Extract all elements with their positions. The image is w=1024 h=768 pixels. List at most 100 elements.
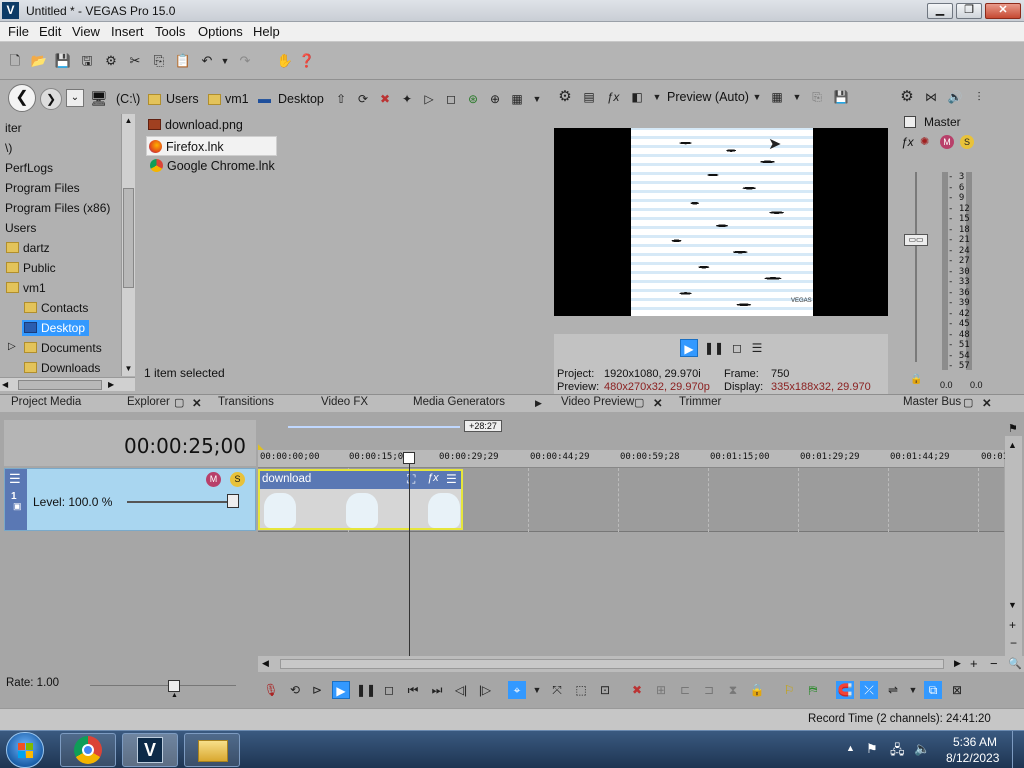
master-fader-handle[interactable]: ▭▭ [904,234,928,246]
menu-edit[interactable]: Edit [39,24,61,39]
taskbar-vegas[interactable]: V [122,733,178,767]
tab-video-fx[interactable]: Video FX [321,396,368,408]
master-select-checkbox[interactable] [904,116,916,128]
file-item-firefox-lnk[interactable]: Firefox.lnk [146,136,277,156]
menu-tools[interactable]: Tools [155,24,185,39]
scroll-thumb[interactable] [18,380,102,390]
overlays-dropdown-icon[interactable]: ▼ [788,88,806,106]
tree-item[interactable]: iter [5,121,22,135]
zoom-in-horizontal-icon[interactable]: + [970,656,978,671]
tab-close-icon[interactable]: ✕ [653,396,663,410]
clip-fx-icon[interactable]: ƒx [427,472,439,484]
redo-icon[interactable]: ↷ [236,52,254,70]
record-icon[interactable]: 🎙 [262,681,280,699]
edit-tool-dropdown-icon[interactable]: ▼ [528,681,546,699]
split-screen-icon[interactable]: ◧ [628,88,646,106]
rate-slider-handle[interactable] [168,680,180,692]
insert-marker-icon[interactable]: ⚐ [780,681,798,699]
video-fx-icon[interactable]: ƒx [604,88,622,106]
clock-time[interactable]: 5:36 AM [953,735,997,749]
start-button-icon[interactable] [6,732,44,768]
maximize-button[interactable]: ❐ [956,3,982,19]
undo-icon[interactable]: ↶ [198,52,216,70]
lock-envelopes-icon[interactable]: ⧉ [924,681,942,699]
envelope-tool-icon[interactable]: ⤧ [548,681,566,699]
views-icon[interactable]: ▦ [508,90,526,108]
mute-icon[interactable]: M [940,135,954,149]
stop-icon[interactable]: ◻ [728,339,746,357]
tab-video-preview[interactable]: Video Preview [561,396,634,408]
tree-item-desktop[interactable]: Desktop [22,320,90,336]
scroll-up-icon[interactable]: ▲ [122,114,135,128]
scroll-down-icon[interactable]: ▼ [1008,600,1017,610]
tab-media-generators[interactable]: Media Generators [413,396,505,408]
save-snapshot-icon[interactable]: 💾 [832,88,850,106]
track-level-slider[interactable] [127,501,231,503]
loop-playback-icon[interactable]: ⟲ [286,681,304,699]
preview-menu-icon[interactable]: ☰ [748,339,766,357]
close-button[interactable]: ✕ [985,3,1021,19]
auto-crossfade-icon[interactable]: ⤫ [860,681,878,699]
back-icon[interactable]: ❮ [8,84,36,112]
master-fx-bypass-icon[interactable]: ✺ [920,135,929,148]
timeline-vertical-scrollbar[interactable]: ▲ ▼ + − [1005,436,1022,656]
auto-preview-icon[interactable]: ⊛ [464,90,482,108]
normal-edit-tool-icon[interactable]: ⌖ [508,681,526,699]
menu-help[interactable]: Help [253,24,280,39]
selection-tool-icon[interactable]: ⬚ [572,681,590,699]
clip-menu-icon[interactable]: ☰ [446,472,457,486]
copy-icon[interactable]: ⎘ [150,52,168,70]
zoom-in-vertical-icon[interactable]: + [1009,618,1016,632]
quality-dropdown-icon[interactable]: ▼ [748,88,766,106]
tab-float-icon[interactable]: ▢ [634,396,644,409]
preview-settings-icon[interactable]: ⚙ [556,88,574,106]
tree-item-vm1[interactable]: vm1 [6,281,46,295]
taskbar-chrome[interactable] [60,733,116,767]
save-icon[interactable]: 💾 [54,52,72,70]
taskbar-explorer[interactable] [184,733,240,767]
scroll-down-icon[interactable]: ▼ [122,362,135,376]
tree-item-users[interactable]: Users [5,221,36,235]
device-preview-icon[interactable]: ▤ [580,88,598,106]
properties-icon[interactable]: ⚙ [102,52,120,70]
zoom-out-horizontal-icon[interactable]: − [990,656,998,671]
scroll-thumb[interactable] [123,188,134,288]
tab-transitions[interactable]: Transitions [218,396,274,408]
save-as-icon[interactable]: 🖫 [78,52,96,70]
loop-region-bar[interactable] [288,426,460,428]
track-mute-icon[interactable]: M [206,472,221,487]
get-media-icon[interactable]: ⊕ [486,90,504,108]
tree-horizontal-scrollbar[interactable]: ◀ ▶ [0,377,135,391]
breadcrumb-desktop[interactable]: Desktop [278,92,324,106]
clock-date[interactable]: 8/12/2023 [946,751,999,765]
tree-item-program-files[interactable]: Program Files [5,181,80,195]
refresh-icon[interactable]: ⟳ [354,90,372,108]
scroll-up-icon[interactable]: ▲ [1008,440,1017,450]
scroll-right-icon[interactable]: ▶ [954,658,961,669]
action-center-icon[interactable]: ⚑ [866,741,878,757]
timeline-horizontal-scrollbar[interactable]: ◀ ▶ + − 🔍 [258,656,1024,672]
expand-arrow-icon[interactable]: ▷ [8,341,16,352]
copy-snapshot-icon[interactable]: ⎘ [808,88,826,106]
previous-frame-icon[interactable]: ◁| [452,681,470,699]
tab-master-bus[interactable]: Master Bus [903,396,961,408]
rate-slider[interactable] [90,685,236,686]
menu-insert[interactable]: Insert [111,24,144,39]
insert-region-icon[interactable]: ⛿ [804,681,822,699]
video-preview-frame[interactable]: VEGAS [554,128,888,316]
pause-icon[interactable]: ❚❚ [356,681,376,699]
menu-options[interactable]: Options [198,24,243,39]
tab-scroll-icon[interactable]: ▶ [535,398,542,409]
stop-icon[interactable]: ◻ [380,681,398,699]
downmix-icon[interactable]: ⋈ [922,88,940,106]
tree-item-contacts[interactable]: Contacts [24,301,88,315]
tab-float-icon[interactable]: ▢ [963,396,973,409]
tree-vertical-scrollbar[interactable]: ▲ ▼ [121,114,135,376]
scroll-left-icon[interactable]: ◀ [262,658,269,669]
zoom-edit-tool-icon[interactable]: ⊡ [596,681,614,699]
play-icon[interactable]: ▶ [332,681,350,699]
tree-item-dartz[interactable]: dartz [6,241,50,255]
pause-icon[interactable]: ❚❚ [704,339,724,357]
playhead-line[interactable] [409,452,410,656]
track-level-handle[interactable] [227,494,239,508]
